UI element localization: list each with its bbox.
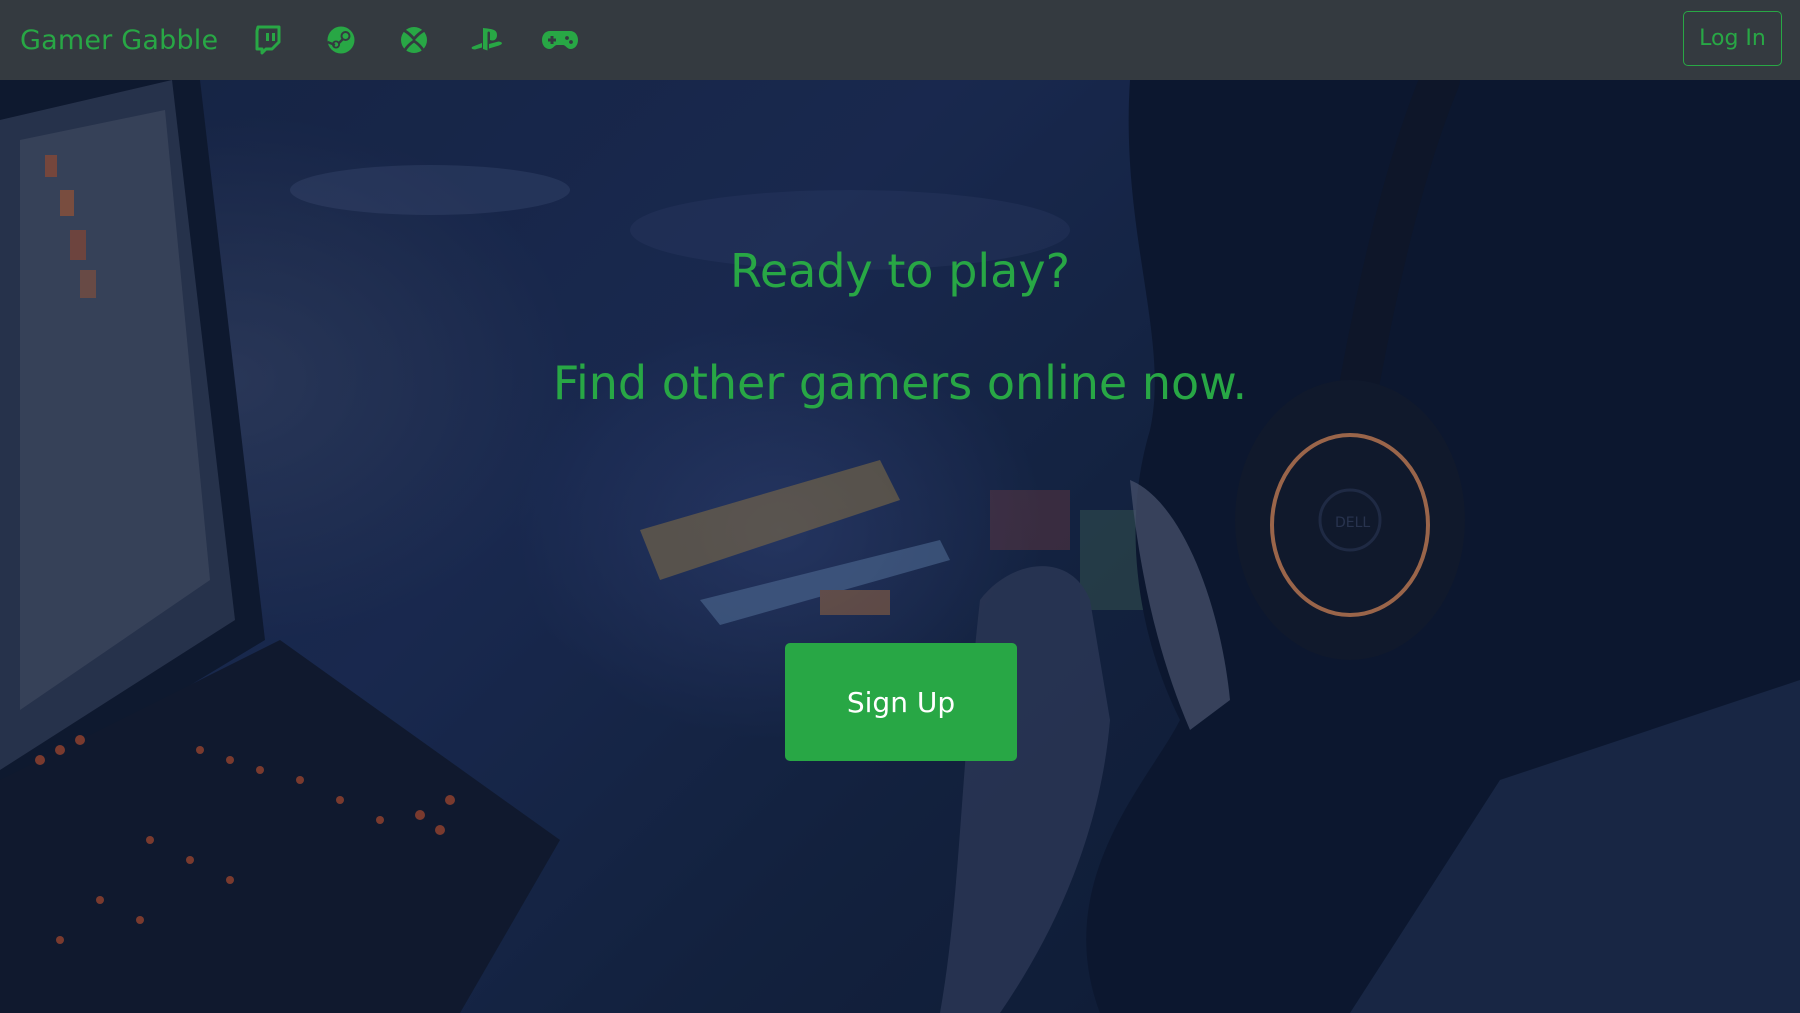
login-button[interactable]: Log In — [1683, 11, 1782, 66]
signup-button[interactable]: Sign Up — [785, 643, 1017, 761]
hero-content: Ready to play? Find other gamers online … — [0, 80, 1800, 1013]
brand-logo[interactable]: Gamer Gabble — [20, 25, 218, 56]
hero-headline: Ready to play? — [729, 244, 1071, 298]
hero-section: DELL Ready to play? Find other gamers on… — [0, 80, 1800, 1013]
navbar: Gamer Gabble Log In — [0, 0, 1800, 80]
playstation-icon[interactable] — [465, 18, 509, 62]
twitch-icon[interactable] — [246, 18, 290, 62]
gamepad-icon[interactable] — [538, 18, 582, 62]
steam-icon[interactable] — [319, 18, 363, 62]
hero-subheadline: Find other gamers online now. — [552, 356, 1248, 410]
xbox-icon[interactable] — [392, 18, 436, 62]
platform-icons — [246, 18, 611, 62]
